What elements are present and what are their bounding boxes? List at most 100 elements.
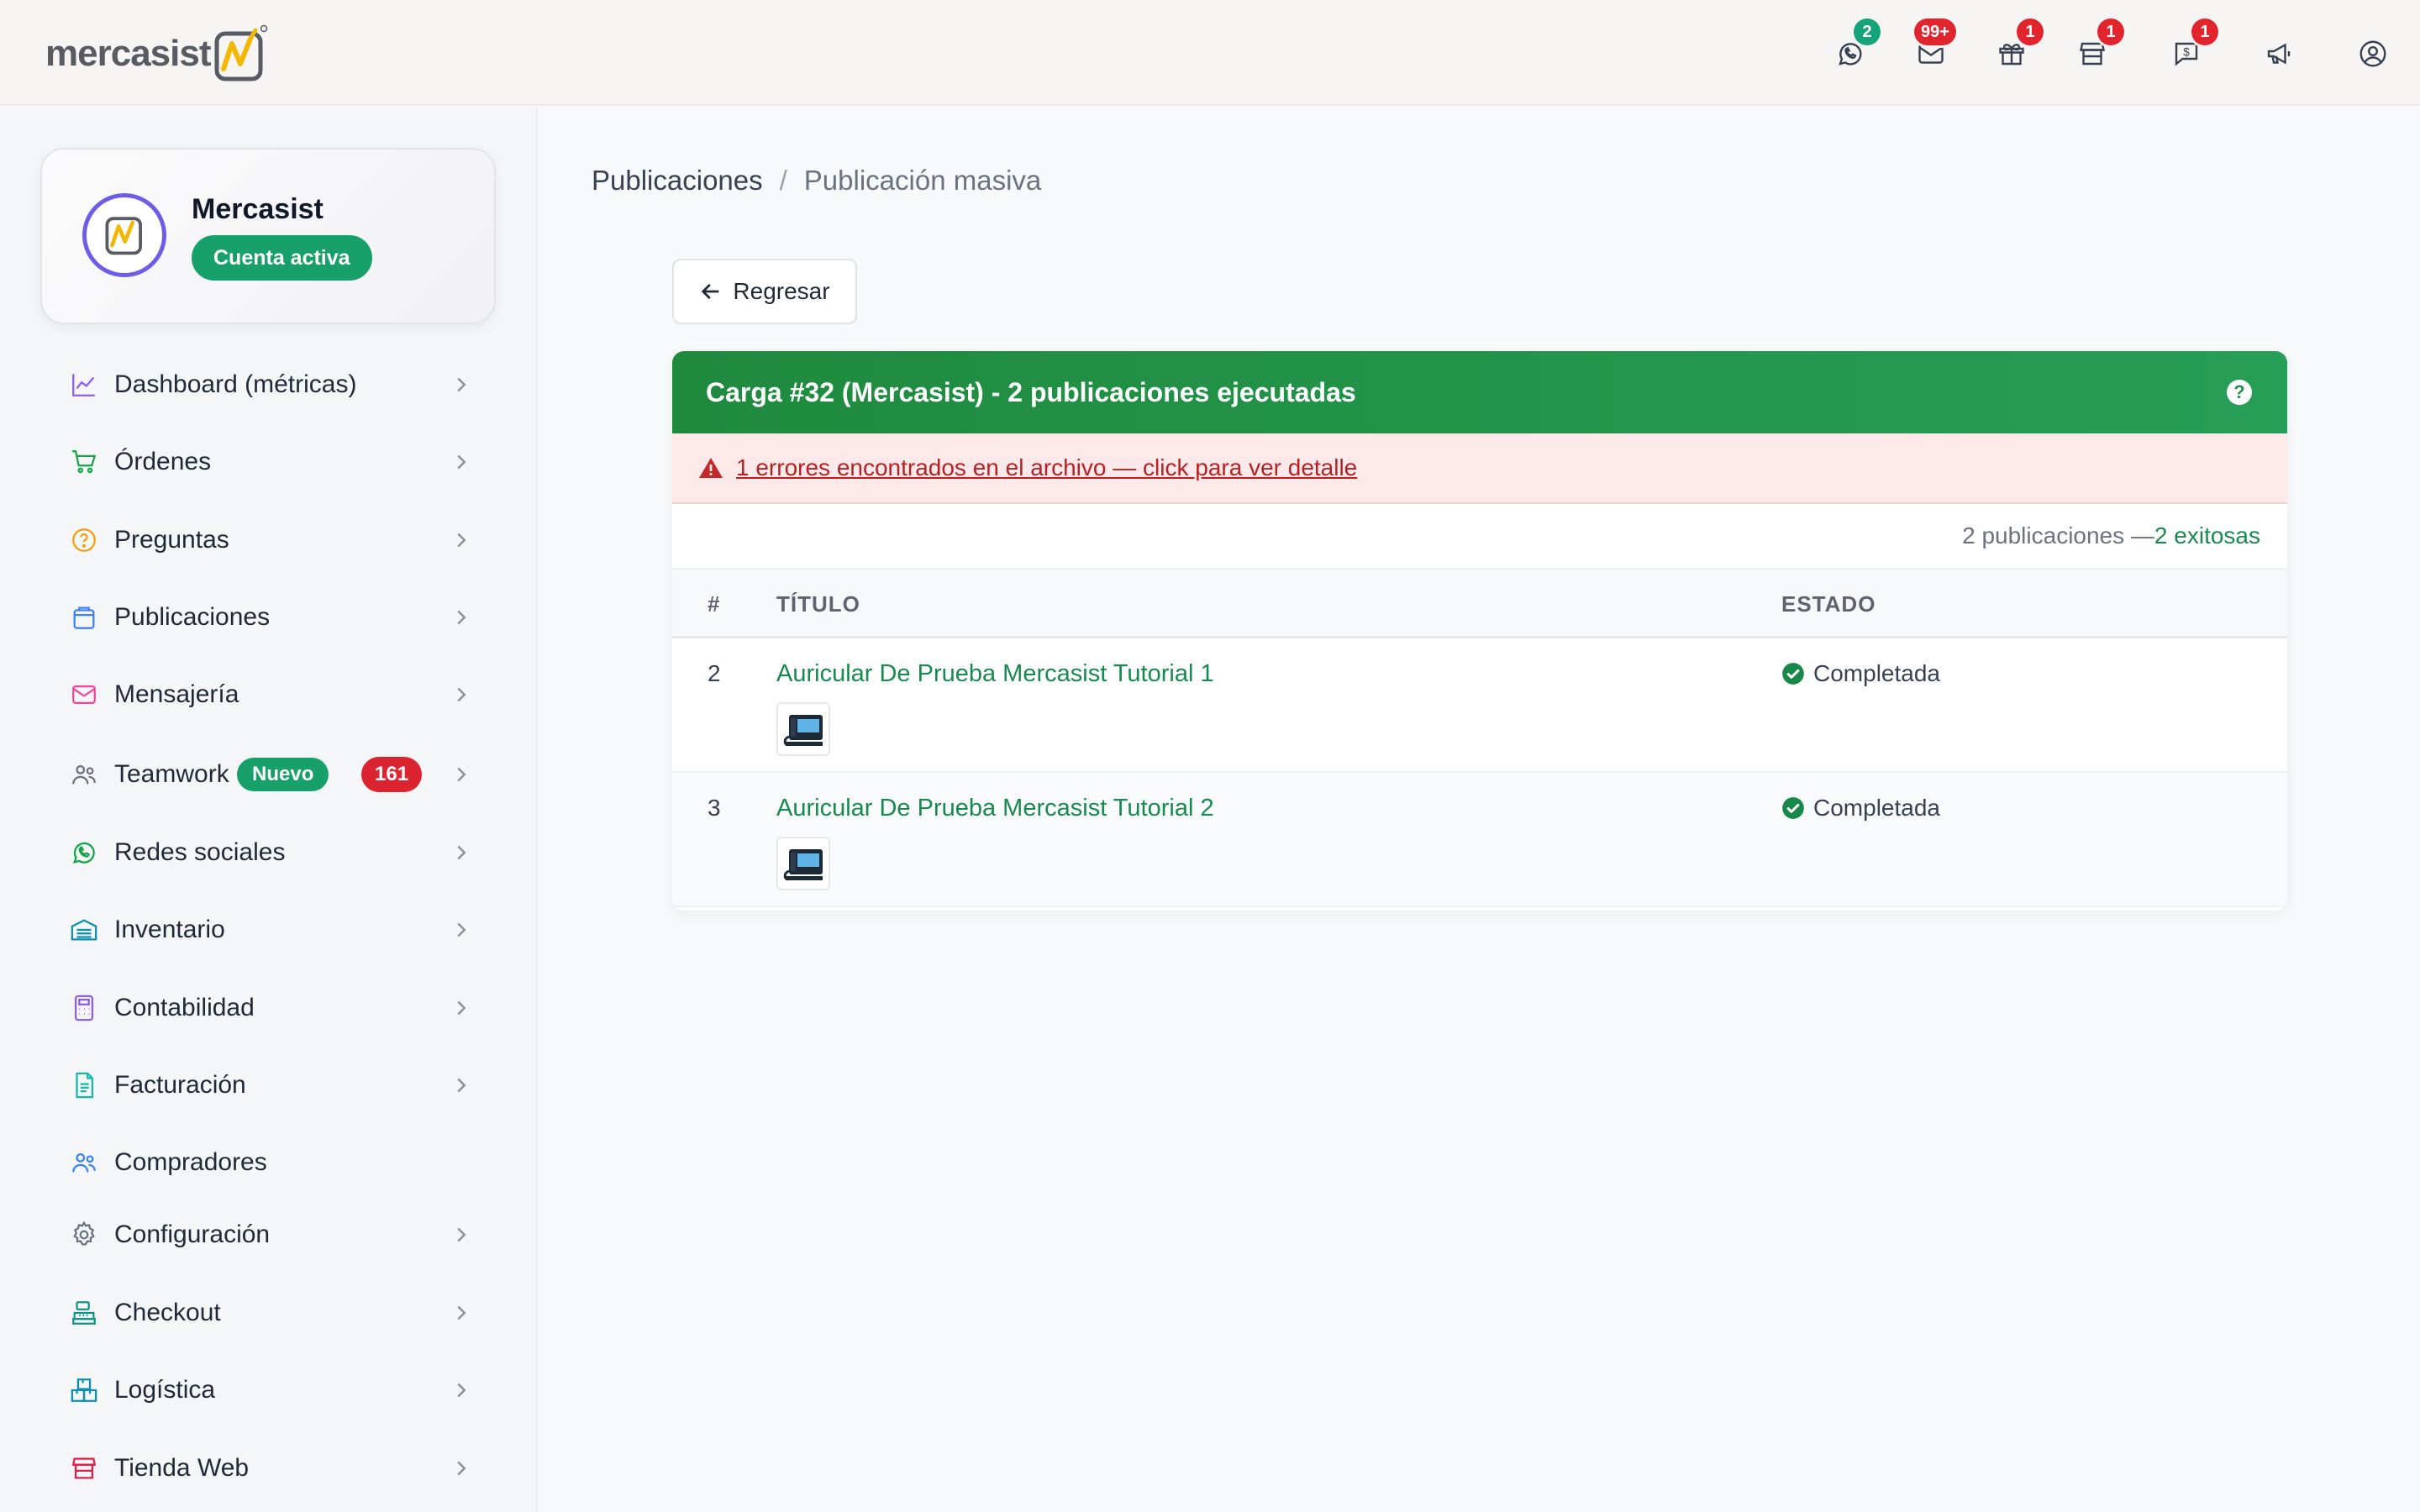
- sidebar-item-label: Facturación: [114, 1071, 246, 1099]
- logo-mark-icon: [214, 24, 268, 81]
- account-card[interactable]: Mercasist Cuenta activa: [40, 148, 496, 324]
- box-badge: 1: [2017, 18, 2044, 45]
- table-header: # TÍTULO ESTADO: [672, 568, 2287, 638]
- account-status-badge: Cuenta activa: [192, 235, 372, 281]
- arrow-left-icon: [702, 283, 719, 300]
- chevron-right-icon: [457, 922, 466, 937]
- row-number: 2: [708, 660, 721, 686]
- sidebar-item-settings[interactable]: Configuración: [0, 1201, 538, 1268]
- sidebar-item-label: Mensajería: [114, 680, 239, 708]
- chevron-right-icon: [457, 1227, 466, 1242]
- column-header-title: TÍTULO: [776, 591, 860, 617]
- breadcrumb-publications-link[interactable]: Publicaciones: [592, 165, 763, 197]
- error-detail-link[interactable]: 1 errores encontrados en el archivo — cl…: [736, 454, 1357, 481]
- column-header-num: #: [708, 591, 721, 617]
- chevron-right-icon: [457, 1305, 466, 1320]
- question-circle-icon: [67, 523, 101, 557]
- sidebar-item-label: Checkout: [114, 1299, 221, 1326]
- sidebar-item-label: Preguntas: [114, 526, 229, 554]
- logo-text: mercasist: [45, 33, 211, 74]
- warning-icon: [699, 458, 723, 478]
- bag-icon: [67, 601, 101, 634]
- user-circle-icon[interactable]: [2353, 34, 2393, 74]
- sidebar-item-publications[interactable]: Publicaciones: [0, 584, 538, 651]
- card-title: Carga #32 (Mercasist) - 2 publicaciones …: [706, 376, 1356, 407]
- breadcrumb-current: Publicación masiva: [803, 165, 1042, 196]
- sidebar-item-label: Contabilidad: [114, 994, 255, 1021]
- row-title-link[interactable]: Auricular De Prueba Mercasist Tutorial 1: [776, 660, 1214, 688]
- dollar-message-badge: 1: [2191, 18, 2218, 45]
- team-icon: [67, 758, 101, 791]
- product-thumbnail[interactable]: [776, 702, 830, 756]
- sidebar-item-label: Tienda Web: [114, 1454, 250, 1482]
- chevron-right-icon: [457, 533, 466, 548]
- row-status-label: Completada: [1813, 660, 1940, 686]
- row-status-label: Completada: [1813, 795, 1940, 821]
- results-summary: 2 publicaciones —2 exitosas: [1962, 522, 2260, 549]
- row-number: 3: [708, 795, 721, 821]
- sidebar-item-label: Configuración: [114, 1221, 271, 1248]
- sidebar-item-orders[interactable]: Órdenes: [0, 428, 538, 496]
- product-thumbnail[interactable]: [776, 837, 830, 890]
- sidebar-item-checkout[interactable]: Checkout: [0, 1279, 538, 1347]
- sidebar-item-billing[interactable]: Facturación: [0, 1052, 538, 1119]
- sidebar-item-dashboard[interactable]: Dashboard (métricas): [0, 351, 538, 418]
- sidebar-item-webstore[interactable]: Tienda Web: [0, 1435, 538, 1502]
- top-bar: mercasist 2 99+ 1 1 $ 1: [0, 0, 2420, 106]
- logo-mark-icon: [105, 217, 142, 255]
- whatsapp-icon[interactable]: 2: [1830, 18, 1881, 74]
- row-status: Completada: [1781, 660, 1940, 687]
- sidebar-item-label: Órdenes: [114, 448, 212, 475]
- summary-success: 2 exitosas: [2154, 522, 2260, 549]
- dollar-message-icon[interactable]: $ 1: [2166, 18, 2218, 74]
- chevron-right-icon: [457, 845, 466, 860]
- sidebar-item-label: Compradores: [114, 1148, 267, 1176]
- sidebar-item-accounting[interactable]: Contabilidad: [0, 974, 538, 1042]
- sidebar-item-label: Logística: [114, 1376, 216, 1404]
- chevron-right-icon: [457, 454, 466, 470]
- webstore-icon: [67, 1452, 101, 1485]
- row-title-link[interactable]: Auricular De Prueba Mercasist Tutorial 2: [776, 795, 1214, 822]
- whatsapp-badge: 2: [1854, 18, 1881, 45]
- phone-product-image: [783, 849, 823, 881]
- sidebar-item-logistics[interactable]: Logística: [0, 1357, 538, 1424]
- back-button-label: Regresar: [733, 278, 830, 304]
- sidebar-item-label: Publicaciones: [114, 603, 271, 631]
- chevron-right-icon: [457, 767, 466, 782]
- sidebar-item-social[interactable]: Redes sociales: [0, 819, 538, 886]
- sidebar-item-inventory[interactable]: Inventario: [0, 896, 538, 963]
- sidebar-item-questions[interactable]: Preguntas: [0, 507, 538, 574]
- card-header: Carga #32 (Mercasist) - 2 publicaciones …: [672, 351, 2287, 433]
- count-badge: 161: [361, 757, 423, 792]
- cart-icon: [67, 445, 101, 479]
- phone-product-image: [783, 715, 823, 747]
- store-icon[interactable]: 1: [2072, 18, 2124, 74]
- sidebar-item-buyers[interactable]: Compradores: [0, 1129, 538, 1196]
- megaphone-icon[interactable]: [2259, 34, 2299, 74]
- table-row: 2 Auricular De Prueba Mercasist Tutorial…: [672, 638, 2287, 773]
- mercasist-logo[interactable]: mercasist: [45, 22, 271, 86]
- breadcrumb-separator: /: [779, 165, 787, 196]
- warehouse-icon: [67, 913, 101, 947]
- mail-icon: [67, 678, 101, 711]
- chevron-right-icon: [457, 1000, 466, 1016]
- sidebar: Mercasist Cuenta activa Dashboard (métri…: [0, 108, 538, 1512]
- account-name: Mercasist: [192, 193, 324, 225]
- help-icon[interactable]: ?: [2227, 380, 2252, 405]
- check-circle-icon: [1782, 797, 1804, 819]
- column-header-status: ESTADO: [1781, 591, 1876, 617]
- back-button[interactable]: Regresar: [672, 259, 857, 324]
- box-icon[interactable]: 1: [1991, 18, 2044, 74]
- sidebar-item-label: Inventario: [114, 916, 225, 943]
- chevron-right-icon: [457, 1383, 466, 1398]
- sidebar-item-label: Teamwork: [114, 760, 229, 788]
- store-badge: 1: [2097, 18, 2124, 45]
- sidebar-item-messaging[interactable]: Mensajería: [0, 661, 538, 728]
- chevron-right-icon: [457, 1461, 466, 1476]
- gear-icon: [67, 1218, 101, 1252]
- breadcrumb: Publicaciones / Publicación masiva: [592, 165, 1041, 197]
- sidebar-item-teamwork[interactable]: Teamwork Nuevo 161: [0, 741, 538, 808]
- chart-line-icon: [67, 368, 101, 402]
- mail-icon[interactable]: 99+: [1911, 18, 1956, 74]
- invoice-icon: [67, 1068, 101, 1102]
